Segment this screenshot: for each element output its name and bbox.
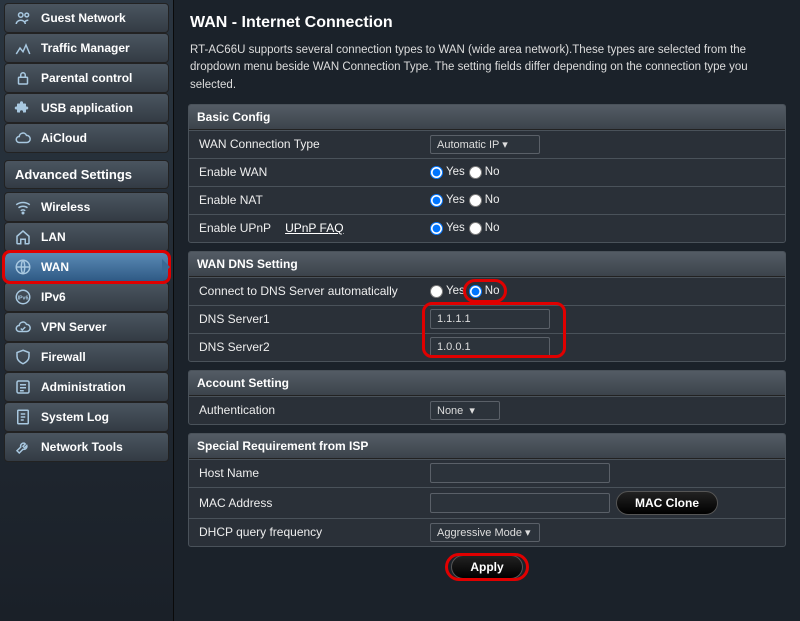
shield-icon — [13, 347, 33, 367]
sidebar-item-label: System Log — [41, 410, 109, 424]
dhcp-freq-label: DHCP query frequency — [189, 520, 424, 544]
sidebar-item-administration[interactable]: Administration — [4, 372, 169, 402]
sidebar-item-label: Network Tools — [41, 440, 123, 454]
tools-icon — [13, 437, 33, 457]
sidebar-item-label: Firewall — [41, 350, 86, 364]
svg-text:IPv6: IPv6 — [18, 295, 29, 301]
advanced-settings-header: Advanced Settings — [4, 160, 169, 189]
wan-dns-panel: WAN DNS Setting Connect to DNS Server au… — [188, 251, 786, 362]
lock-icon — [13, 68, 33, 88]
mac-input[interactable] — [430, 493, 610, 513]
dns2-label: DNS Server2 — [189, 335, 424, 359]
panel-header: Special Requirement from ISP — [189, 434, 785, 459]
enable-nat-label: Enable NAT — [189, 188, 424, 212]
log-icon — [13, 407, 33, 427]
vpn-icon — [13, 317, 33, 337]
admin-icon — [13, 377, 33, 397]
sidebar-item-firewall[interactable]: Firewall — [4, 342, 169, 372]
auth-label: Authentication — [189, 398, 424, 422]
dns2-input[interactable] — [430, 337, 550, 357]
main-content: WAN - Internet Connection RT-AC66U suppo… — [174, 0, 800, 621]
isp-panel: Special Requirement from ISP Host Name M… — [188, 433, 786, 547]
ipv6-icon: IPv6 — [13, 287, 33, 307]
panel-header: Basic Config — [189, 105, 785, 130]
guest-icon — [13, 8, 33, 28]
sidebar-item-label: LAN — [41, 230, 66, 244]
enable-upnp-radio[interactable]: Yes No — [424, 219, 785, 238]
wan-type-select[interactable]: Automatic IP ▾ — [430, 135, 540, 154]
wifi-icon — [13, 197, 33, 217]
sidebar-item-label: USB application — [41, 101, 133, 115]
wan-type-label: WAN Connection Type — [189, 132, 424, 156]
dns-auto-radio[interactable]: Yes No — [424, 282, 785, 301]
sidebar-item-network-tools[interactable]: Network Tools — [4, 432, 169, 462]
apply-button[interactable]: Apply — [451, 555, 522, 579]
upnp-faq-link[interactable]: UPnP FAQ — [285, 221, 343, 235]
traffic-icon — [13, 38, 33, 58]
dhcp-freq-select[interactable]: Aggressive Mode ▾ — [430, 523, 540, 542]
sidebar-item-system-log[interactable]: System Log — [4, 402, 169, 432]
auth-select[interactable]: None ▾ — [430, 401, 500, 420]
dns1-input[interactable] — [430, 309, 550, 329]
sidebar-item-label: Wireless — [41, 200, 90, 214]
sidebar-item-usb-application[interactable]: USB application — [4, 93, 169, 123]
dns-auto-label: Connect to DNS Server automatically — [189, 279, 424, 303]
account-panel: Account Setting Authentication None ▾ — [188, 370, 786, 425]
sidebar-item-parental-control[interactable]: Parental control — [4, 63, 169, 93]
sidebar: Guest Network Traffic Manager Parental con… — [0, 0, 174, 621]
sidebar-item-wan[interactable]: WAN — [4, 252, 169, 282]
basic-config-panel: Basic Config WAN Connection Type Automat… — [188, 104, 786, 243]
mac-label: MAC Address — [189, 491, 424, 515]
sidebar-item-traffic-manager[interactable]: Traffic Manager — [4, 33, 169, 63]
puzzle-icon — [13, 98, 33, 118]
page-title: WAN - Internet Connection — [188, 14, 786, 32]
dns1-label: DNS Server1 — [189, 307, 424, 331]
hostname-input[interactable] — [430, 463, 610, 483]
mac-clone-button[interactable]: MAC Clone — [616, 491, 718, 515]
hostname-label: Host Name — [189, 461, 424, 485]
enable-wan-radio[interactable]: Yes No — [424, 163, 785, 182]
panel-header: WAN DNS Setting — [189, 252, 785, 277]
sidebar-item-aicloud[interactable]: AiCloud — [4, 123, 169, 153]
sidebar-item-wireless[interactable]: Wireless — [4, 192, 169, 222]
enable-upnp-label: Enable UPnP UPnP FAQ — [189, 216, 424, 240]
panel-header: Account Setting — [189, 371, 785, 396]
sidebar-item-guest-network[interactable]: Guest Network — [4, 3, 169, 33]
sidebar-item-lan[interactable]: LAN — [4, 222, 169, 252]
sidebar-item-ipv6[interactable]: IPv6 IPv6 — [4, 282, 169, 312]
sidebar-item-label: Administration — [41, 380, 126, 394]
sidebar-item-label: AiCloud — [41, 131, 87, 145]
sidebar-item-vpn-server[interactable]: VPN Server — [4, 312, 169, 342]
enable-wan-label: Enable WAN — [189, 160, 424, 184]
enable-nat-radio[interactable]: Yes No — [424, 191, 785, 210]
cloud-icon — [13, 128, 33, 148]
sidebar-item-label: VPN Server — [41, 320, 106, 334]
sidebar-item-label: IPv6 — [41, 290, 66, 304]
sidebar-item-label: Guest Network — [41, 11, 126, 25]
sidebar-item-label: Traffic Manager — [41, 41, 130, 55]
sidebar-item-label: WAN — [41, 260, 69, 274]
sidebar-item-label: Parental control — [41, 71, 132, 85]
page-description: RT-AC66U supports several connection typ… — [188, 42, 786, 94]
globe-icon — [13, 257, 33, 277]
home-icon — [13, 227, 33, 247]
